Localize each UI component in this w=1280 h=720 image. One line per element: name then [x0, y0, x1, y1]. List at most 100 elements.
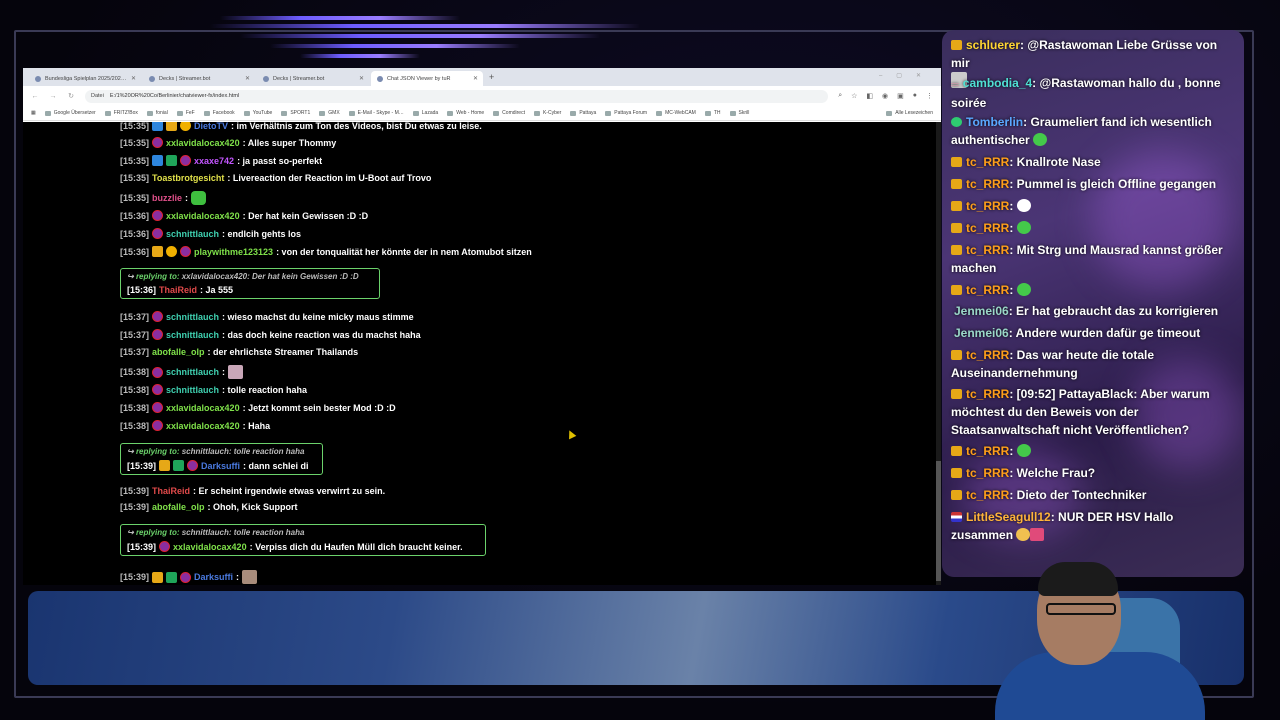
overlay-text: : Welche Frau? [1009, 466, 1096, 480]
close-icon[interactable]: ✕ [359, 75, 364, 82]
overlay-message: tc_RRR: Mit Strg und Mausrad kannst größ… [951, 241, 1236, 277]
overlay-message: LittleSeagull12: NUR DER HSV Hallo zusam… [951, 508, 1236, 544]
star-icon[interactable]: ☆ [851, 92, 857, 100]
chat-text: : [236, 572, 240, 582]
chat-message: [15:35] buzzlie: [120, 191, 207, 205]
zoom-icon[interactable]: ⌕ [838, 92, 842, 100]
badge-icon [951, 223, 962, 233]
overlay-username: tc_RRR [966, 199, 1010, 213]
url-field[interactable]: Datei E:/1%20OR%20Co/Berlinier/chatviewe… [85, 89, 829, 103]
bookmark-item[interactable]: Web - Home [447, 110, 484, 116]
bookmark-item[interactable]: GMX [319, 110, 340, 116]
bookmark-icon [493, 110, 500, 116]
overlay-message: tc_RRR: [951, 442, 1236, 460]
bookmark-item[interactable]: FeF [176, 110, 195, 116]
new-tab-button[interactable]: + [489, 72, 494, 82]
close-icon[interactable]: ✕ [473, 75, 478, 82]
bookmark-item[interactable]: YouTube [243, 110, 272, 116]
tab-bundesliga[interactable]: Bundesliga Spielplan 2025/202… ✕ [29, 71, 141, 86]
reply-reference: ↪ replying to: xxlavidalocax420: Der hat… [127, 272, 359, 281]
tab-favicon-icon [35, 75, 41, 82]
chat-text: : das doch keine reaction was du machst … [222, 329, 421, 340]
bookmark-icon [447, 110, 454, 116]
chat-message: [15:38] schnittlauch: [120, 365, 244, 379]
bookmark-icon [104, 110, 111, 116]
tab-decks-1[interactable]: Decks | Streamer.bot ✕ [143, 71, 255, 86]
bookmark-icon [281, 110, 288, 116]
badge-icon [951, 389, 962, 399]
bookmark-item[interactable]: Pattaya [570, 110, 596, 116]
overlay-message: ═ cambodia_4: @Rastawoman hallo du , bonn… [951, 74, 1236, 112]
bookmark-icon [570, 110, 577, 116]
back-icon[interactable]: ← [31, 93, 39, 100]
overlay-message: Jenmei06: Andere wurden dafür ge timeout [951, 324, 1236, 342]
chat-username: Darksuffi [194, 572, 234, 582]
overlay-username: tc_RRR [966, 177, 1010, 191]
chat-message: [15:36] ThaiReid: Ja 555 [127, 285, 234, 295]
bookmark-icon [704, 110, 711, 116]
overlay-message: tc_RRR: Das war heute die totale Auseina… [951, 346, 1236, 382]
forward-icon[interactable]: → [49, 93, 57, 100]
overlay-username: tc_RRR [966, 243, 1010, 257]
tab-label: Bundesliga Spielplan 2025/202… [45, 75, 127, 82]
bookmark-item[interactable]: SPORT1 [281, 110, 310, 116]
extension-icon[interactable]: ◉ [882, 92, 888, 100]
scrollbar[interactable] [936, 122, 941, 585]
badge-icon [951, 245, 962, 255]
window-controls[interactable]: –▢✕ [879, 72, 935, 79]
bookmark-item[interactable]: Lazada [412, 110, 438, 116]
bookmark-item[interactable]: FRITZ!Box [104, 110, 138, 116]
bookmark-item[interactable]: fonial [146, 110, 168, 116]
bookmark-item[interactable]: Skrill [729, 110, 749, 116]
bookmark-icon [203, 110, 210, 116]
badge-icon [166, 246, 178, 257]
overlay-username: schluerer [966, 38, 1021, 52]
heart-icon [1030, 528, 1045, 541]
overlay-username: tc_RRR [966, 155, 1010, 169]
chat-username: schnittlauch [166, 329, 220, 340]
bookmark-icon [412, 110, 419, 116]
overlay-username: Jenmei06 [954, 326, 1009, 340]
bookmark-item[interactable]: Google Übersetzer [44, 110, 96, 116]
chat-username: abofalle_olp [152, 347, 205, 357]
tab-chat-viewer[interactable]: Chat JSON Viewer by tuR ✕ [371, 71, 483, 86]
toolbar-icons: ⌕ ☆ ◧ ◉ ▣ ● ⋮ [838, 92, 933, 100]
overlay-text: : [1009, 283, 1014, 297]
overlay-username: cambodia_4 [962, 76, 1033, 90]
chat-username: abofalle_olp [152, 502, 205, 512]
chat-text: : [222, 367, 226, 377]
overlay-message: tc_RRR: [951, 281, 1236, 299]
chat-username: playwithme123123 [194, 246, 274, 257]
extension-icon[interactable]: ▣ [897, 92, 904, 100]
url-text: E:/1%20OR%20Co/Berlinier/chatviewer-fx/i… [109, 93, 240, 99]
bookmarks-apps-icon[interactable]: ▦ [31, 110, 36, 116]
menu-icon[interactable]: ⋮ [926, 92, 933, 100]
badge-icon [187, 460, 199, 471]
chat-message: [15:35] xxlavidalocax420: Alles super Tho… [120, 137, 337, 148]
bookmark-item[interactable]: Comdirect [493, 110, 525, 116]
close-icon[interactable]: ✕ [131, 75, 136, 82]
badge-icon [951, 40, 962, 50]
bookmark-item[interactable]: TH [704, 110, 721, 116]
bookmark-item[interactable]: Facebook [203, 110, 235, 116]
close-icon[interactable]: ✕ [245, 75, 250, 82]
overlay-message: tc_RRR: [951, 197, 1236, 215]
bookmark-item[interactable]: MC-WebCAM [656, 110, 696, 116]
chat-text: : tolle reaction haha [222, 384, 308, 395]
extension-icon[interactable]: ◧ [866, 92, 873, 100]
chat-text: : der ehrlichste Streamer Thailands [207, 347, 359, 357]
badge-icon [951, 490, 962, 500]
all-bookmarks[interactable]: Alle Lesezeichen [886, 110, 933, 116]
profile-icon[interactable]: ● [913, 92, 917, 100]
bookmark-item[interactable]: K-Cyber [533, 110, 561, 116]
chat-message: [15:39] Darksuffi: [120, 570, 258, 584]
reload-icon[interactable]: ↻ [67, 92, 75, 100]
scrollbar-thumb[interactable] [936, 461, 941, 581]
chat-username: schnittlauch [166, 311, 220, 322]
overlay-username: tc_RRR [966, 466, 1010, 480]
flag-icon [951, 512, 962, 522]
bookmark-item[interactable]: Pattaya Forum [605, 110, 647, 116]
bookmark-item[interactable]: E-Mail - Skype - M… [348, 110, 404, 116]
tab-decks-2[interactable]: Decks | Streamer.bot ✕ [257, 71, 369, 86]
overlay-username: Tomberlin [966, 115, 1024, 129]
